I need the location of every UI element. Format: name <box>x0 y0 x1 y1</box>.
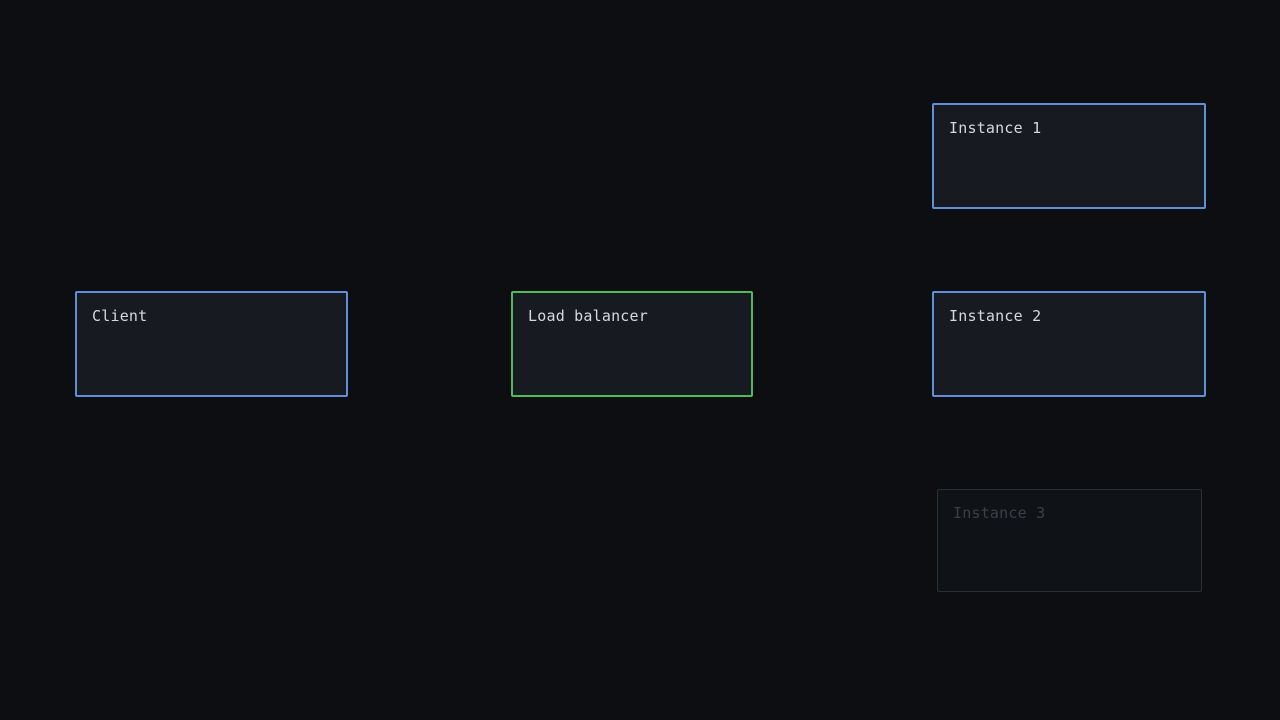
instance-1-node: Instance 1 <box>932 103 1206 209</box>
client-node: Client <box>75 291 348 397</box>
instance-2-label: Instance 2 <box>949 307 1042 325</box>
instance-3-label: Instance 3 <box>953 504 1046 522</box>
instance-2-node: Instance 2 <box>932 291 1206 397</box>
load-balancer-label: Load balancer <box>528 307 648 325</box>
instance-3-node: Instance 3 <box>937 489 1202 592</box>
client-label: Client <box>92 307 148 325</box>
load-balancer-node: Load balancer <box>511 291 753 397</box>
diagram-canvas: Client Load balancer Instance 1 Instance… <box>0 0 1280 720</box>
instance-1-label: Instance 1 <box>949 119 1042 137</box>
